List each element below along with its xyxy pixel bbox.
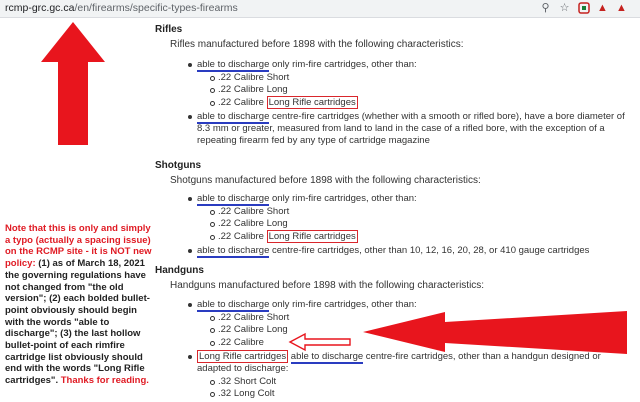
- intro-rifles: Rifles manufactured before 1898 with the…: [170, 39, 464, 50]
- list-item: .22 Calibre Short: [209, 72, 635, 84]
- list-item: able to discharge only rim-fire cartridg…: [187, 193, 635, 243]
- annotation-underline: able to discharge: [197, 244, 270, 258]
- list-item: .22 Calibre Long: [209, 84, 635, 96]
- list-item: able to discharge centre-fire cartridges…: [187, 110, 635, 147]
- annotation-underline: able to discharge: [197, 59, 270, 72]
- pdf-icon[interactable]: ▲: [596, 2, 609, 15]
- list-item: .22 Calibre Long Rifle cartridges: [209, 229, 635, 243]
- annotation-box: Long Rifle cartridges: [266, 95, 358, 109]
- annotation-box: Long Rifle cartridges: [197, 349, 289, 363]
- sublist: .32 Short Colt .32 Long Colt: [197, 376, 635, 401]
- list-item: .22 Calibre: [209, 337, 635, 349]
- annotation-underline: able to discharge: [290, 350, 364, 364]
- list-item: able to discharge centre-fire cartridges…: [187, 244, 635, 258]
- browser-toolbar: rcmp-grc.gc.ca/en/firearms/specific-type…: [0, 0, 640, 18]
- page-content: Rifles Rifles manufactured before 1898 w…: [0, 18, 640, 402]
- url-host: rcmp-grc.gc.ca: [5, 2, 75, 14]
- sublist: .22 Calibre Short .22 Calibre Long .22 C…: [197, 206, 635, 243]
- shotguns-list: able to discharge only rim-fire cartridg…: [187, 193, 635, 258]
- annotation-underline: able to discharge: [197, 299, 270, 312]
- heading-rifles: Rifles: [155, 24, 183, 35]
- list-item: Long Rifle cartridges able to discharge …: [187, 349, 635, 401]
- list-item: .22 Calibre Short: [209, 312, 635, 324]
- sublist: .22 Calibre Short .22 Calibre Long .22 C…: [197, 312, 635, 349]
- url-path: /en/firearms/specific-types-firearms: [74, 2, 238, 14]
- list-item: .32 Long Colt: [209, 388, 635, 400]
- list-item: .22 Calibre Long: [209, 218, 635, 230]
- annotation-note: Note that this is only and simply a typo…: [5, 223, 152, 387]
- list-item: .22 Calibre Long: [209, 324, 635, 336]
- list-item: able to discharge only rim-fire cartridg…: [187, 59, 635, 109]
- list-item: .22 Calibre Long Rifle cartridges: [209, 95, 635, 109]
- extension-icon[interactable]: [577, 2, 590, 15]
- heading-handguns: Handguns: [155, 265, 204, 276]
- heading-shotguns: Shotguns: [155, 160, 202, 171]
- handguns-list: able to discharge only rim-fire cartridg…: [187, 299, 635, 400]
- pdf-icon[interactable]: ▲: [615, 2, 628, 15]
- list-item: able to discharge only rim-fire cartridg…: [187, 299, 635, 349]
- annotation-box: Long Rifle cartridges: [266, 229, 358, 243]
- list-item: .22 Calibre Short: [209, 206, 635, 218]
- sublist: .22 Calibre Short .22 Calibre Long .22 C…: [197, 72, 635, 109]
- intro-handguns: Handguns manufactured before 1898 with t…: [170, 280, 485, 291]
- rifles-list: able to discharge only rim-fire cartridg…: [187, 59, 635, 147]
- annotation-underline: able to discharge: [197, 193, 270, 206]
- zoom-icon[interactable]: ⚲: [539, 2, 552, 15]
- intro-shotguns: Shotguns manufactured before 1898 with t…: [170, 175, 481, 186]
- list-item: .32 Short Colt: [209, 376, 635, 388]
- star-icon[interactable]: ☆: [558, 2, 571, 15]
- address-bar[interactable]: rcmp-grc.gc.ca/en/firearms/specific-type…: [5, 2, 238, 15]
